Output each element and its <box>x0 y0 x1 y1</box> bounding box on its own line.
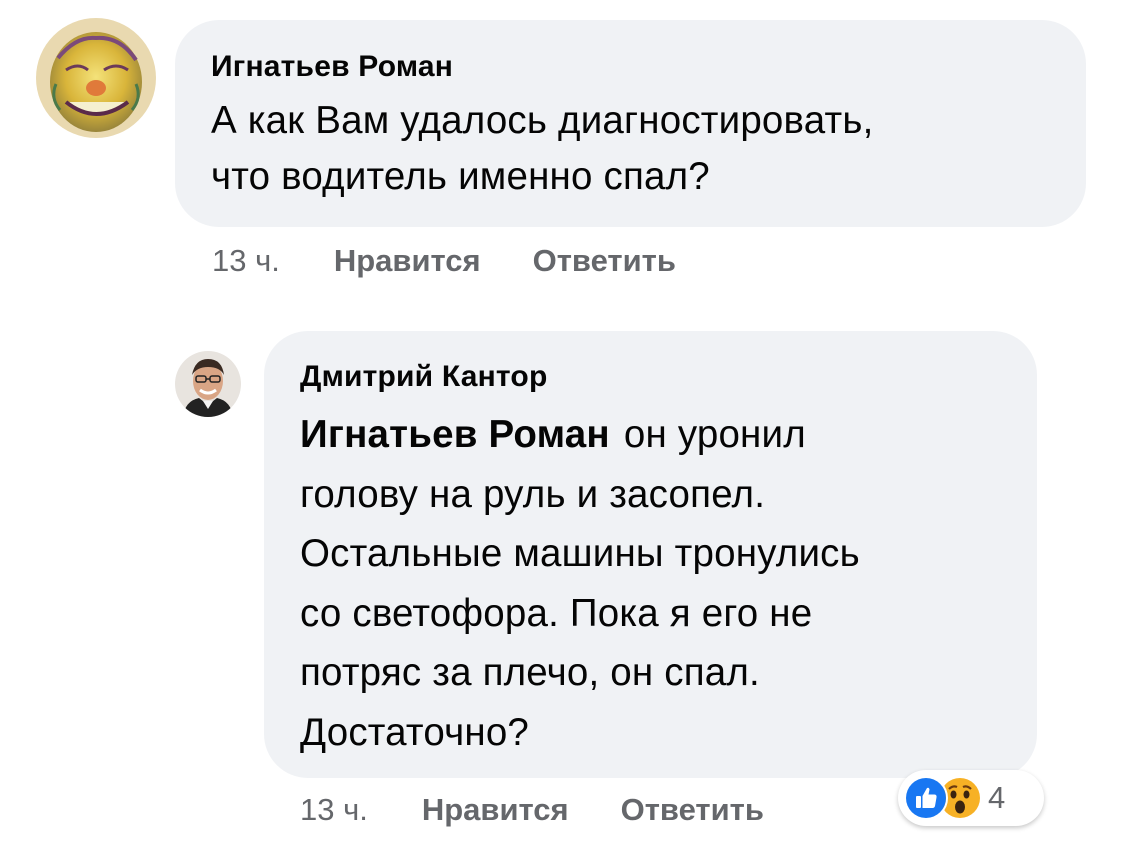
reaction-count: 4 <box>988 780 1006 815</box>
comment-bubble: Игнатьев Роман А как Вам удалось диагнос… <box>175 20 1086 227</box>
mention-link[interactable]: Игнатьев Роман <box>300 413 610 456</box>
avatar[interactable] <box>36 18 156 138</box>
comment-actions: 13 ч. Нравится Ответить <box>300 792 764 828</box>
reply-button[interactable]: Ответить <box>621 792 764 828</box>
comment-bubble: Дмитрий Кантор Игнатьев Роман он уронил г… <box>264 331 1037 778</box>
comment-text-line: со светофора. Пока я его не <box>300 591 813 635</box>
comment-text-line: голову на руль и засопел. <box>300 472 766 516</box>
like-icon <box>904 776 948 820</box>
avatar-image <box>36 18 156 138</box>
comment-text-fragment: он уронил <box>623 413 806 456</box>
reactions-summary[interactable]: 4 <box>898 770 1044 826</box>
comment-text-line: Остальные машины тронулись <box>300 532 860 575</box>
comment-time[interactable]: 13 ч. <box>300 792 368 828</box>
comment-text: Игнатьев Роман он уронил голову на руль и… <box>300 405 1001 762</box>
comment-text-line: Достаточно? <box>300 710 530 754</box>
comment-time[interactable]: 13 ч. <box>212 243 280 279</box>
comment-text-line: потряс за плечо, он спал. <box>300 651 760 694</box>
comment-text-line: А как Вам удалось диагностировать, <box>211 99 874 142</box>
comment-text: А как Вам удалось диагностировать, что в… <box>211 93 1050 205</box>
comment-author[interactable]: Дмитрий Кантор <box>300 359 1001 395</box>
comment-text-line: Игнатьев Роман он уронил <box>300 405 1001 465</box>
avatar-image <box>175 351 241 417</box>
comment-author[interactable]: Игнатьев Роман <box>211 49 1050 85</box>
like-button[interactable]: Нравится <box>422 792 569 828</box>
comment-text-line: что водитель именно спал? <box>211 155 710 198</box>
comment-actions: 13 ч. Нравится Ответить <box>212 243 676 279</box>
avatar[interactable] <box>175 351 241 417</box>
like-button[interactable]: Нравится <box>334 243 481 279</box>
comment-thread: Игнатьев Роман А как Вам удалось диагнос… <box>0 0 1125 861</box>
reply-button[interactable]: Ответить <box>533 243 676 279</box>
